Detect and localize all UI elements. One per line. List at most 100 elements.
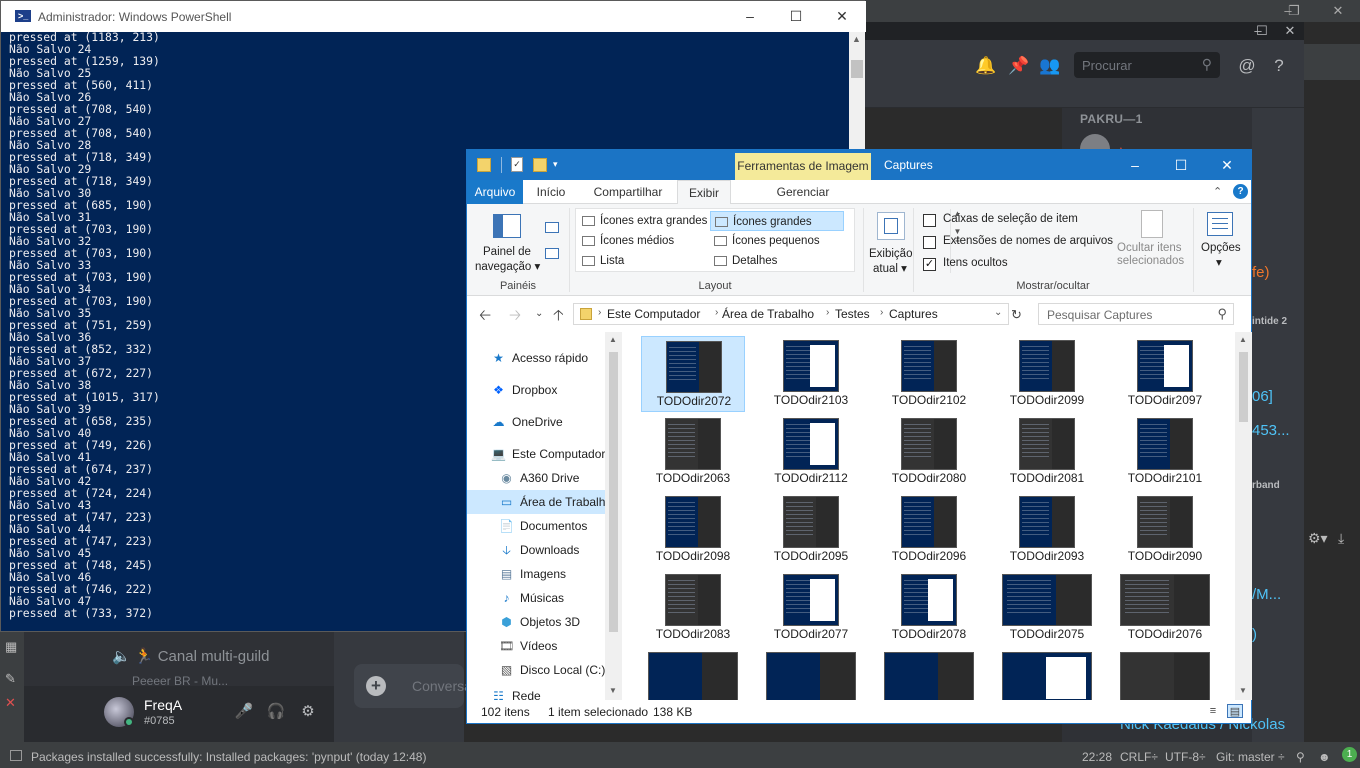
- file-item[interactable]: TODOdir2103: [759, 336, 863, 412]
- item-checkboxes-checkbox[interactable]: [923, 214, 936, 227]
- file-item[interactable]: [1113, 648, 1217, 700]
- discord-maximize-icon[interactable]: ☐: [1252, 22, 1272, 40]
- forward-arrow-icon[interactable]: 🡢: [509, 305, 521, 330]
- nav-quick-access[interactable]: ★ Acesso rápido: [491, 346, 605, 370]
- nav-local-disk[interactable]: ▧ Disco Local (C:): [499, 658, 606, 682]
- file-item[interactable]: TODOdir2072: [641, 336, 745, 412]
- attach-plus-icon[interactable]: +: [366, 676, 386, 696]
- scroll-down-icon[interactable]: ▼: [1239, 686, 1247, 695]
- chevron-down-icon[interactable]: ⌄: [994, 307, 1002, 318]
- new-folder-icon[interactable]: [533, 158, 547, 172]
- file-item[interactable]: [995, 648, 1099, 700]
- status-message[interactable]: Packages installed successfully: Install…: [31, 750, 426, 764]
- hide-selected-icon[interactable]: [1141, 210, 1163, 238]
- tab-manage[interactable]: Gerenciar: [763, 180, 843, 204]
- nav-this-pc[interactable]: 💻 Este Computador: [491, 442, 605, 466]
- minimize-button[interactable]: –: [1112, 154, 1158, 176]
- nav-desktop[interactable]: ▭ Área de Trabalho: [467, 490, 612, 514]
- customize-toolbar-icon[interactable]: ▾: [553, 159, 558, 170]
- file-item[interactable]: TODOdir2112: [759, 414, 863, 490]
- structure-icon[interactable]: ▦: [5, 640, 19, 654]
- nav-dropbox[interactable]: ❖ Dropbox: [491, 378, 605, 402]
- ide-close-icon[interactable]: ✕: [1328, 2, 1348, 20]
- back-arrow-icon[interactable]: 🡠: [479, 305, 491, 330]
- layout-large-icons[interactable]: Ícones grandes: [710, 211, 844, 231]
- ide-download-icon[interactable]: ⤓: [1338, 530, 1344, 547]
- members-icon[interactable]: 👥: [1039, 55, 1061, 77]
- layout-small-icons[interactable]: Ícones pequenos: [710, 231, 844, 251]
- message-compose-input[interactable]: + Conversa: [354, 664, 472, 708]
- status-panel-icon[interactable]: [10, 750, 22, 761]
- preview-pane-icon[interactable]: [545, 222, 559, 233]
- breadcrumb-item[interactable]: Este Computador: [607, 307, 700, 321]
- maximize-button[interactable]: ☐: [773, 5, 819, 27]
- scroll-up-icon[interactable]: ▲: [609, 335, 617, 344]
- file-item[interactable]: TODOdir2095: [759, 492, 863, 568]
- file-item[interactable]: TODOdir2099: [995, 336, 1099, 412]
- chevron-right-icon[interactable]: ›: [598, 307, 601, 318]
- bell-icon[interactable]: 🔔: [975, 55, 997, 77]
- headphones-icon[interactable]: 🎧: [266, 702, 286, 722]
- refresh-icon[interactable]: ↻: [1011, 307, 1022, 323]
- nav-pictures[interactable]: ▤ Imagens: [499, 562, 605, 586]
- address-bar[interactable]: › Este Computador › Área de Trabalho › T…: [573, 303, 1009, 325]
- nav-a360-drive[interactable]: ◉ A360 Drive: [499, 466, 605, 490]
- layout-medium-icons[interactable]: Ícones médios: [578, 231, 708, 251]
- discord-close-icon[interactable]: ✕: [1280, 22, 1300, 40]
- file-item[interactable]: TODOdir2102: [877, 336, 981, 412]
- layout-details[interactable]: Detalhes: [710, 251, 844, 271]
- file-item[interactable]: TODOdir2093: [995, 492, 1099, 568]
- properties-icon[interactable]: ✓: [511, 157, 523, 172]
- chevron-right-icon[interactable]: ›: [715, 307, 718, 318]
- extensions-checkbox[interactable]: [923, 236, 936, 249]
- file-item[interactable]: TODOdir2090: [1113, 492, 1217, 568]
- grid-scrollbar[interactable]: ▲ ▼: [1235, 332, 1252, 700]
- hide-selected-label-2[interactable]: selecionados: [1117, 255, 1184, 267]
- file-item[interactable]: TODOdir2080: [877, 414, 981, 490]
- options-icon[interactable]: [1207, 212, 1233, 236]
- file-encoding[interactable]: UTF-8÷: [1165, 750, 1206, 764]
- scroll-up-icon[interactable]: ▲: [852, 34, 861, 44]
- chevron-right-icon[interactable]: ›: [880, 307, 883, 318]
- voice-channel[interactable]: 🔈 🏃 Canal multi-guild: [112, 647, 269, 665]
- layout-extra-large-icons[interactable]: Ícones extra grandes: [578, 211, 708, 231]
- file-item[interactable]: TODOdir2063: [641, 414, 745, 490]
- notification-badge[interactable]: 1: [1342, 747, 1357, 762]
- file-item[interactable]: TODOdir2075: [995, 570, 1099, 646]
- file-item[interactable]: [877, 648, 981, 700]
- tab-home[interactable]: Início: [529, 180, 573, 204]
- nav-pane-label-2[interactable]: navegação ▾: [475, 259, 540, 273]
- scroll-down-icon[interactable]: ▼: [609, 686, 617, 695]
- file-item[interactable]: TODOdir2096: [877, 492, 981, 568]
- file-item[interactable]: TODOdir2083: [641, 570, 745, 646]
- help-icon[interactable]: ?: [1233, 184, 1248, 199]
- options-dropdown-icon[interactable]: ▾: [1216, 255, 1222, 269]
- nav-onedrive[interactable]: ☁ OneDrive: [491, 410, 605, 434]
- picture-tools-tab[interactable]: Ferramentas de Imagem: [735, 153, 871, 180]
- close-button[interactable]: ✕: [1204, 154, 1250, 176]
- large-icons-view-icon[interactable]: ▤: [1227, 704, 1243, 718]
- cursor-position[interactable]: 22:28: [1082, 750, 1112, 764]
- file-item[interactable]: TODOdir2078: [877, 570, 981, 646]
- options-label[interactable]: Opções: [1201, 242, 1241, 254]
- current-view-icon[interactable]: [877, 212, 905, 240]
- nav-videos[interactable]: 🎞 Vídeos: [499, 634, 605, 658]
- file-item[interactable]: TODOdir2097: [1113, 336, 1217, 412]
- chevron-right-icon[interactable]: ›: [826, 307, 829, 318]
- scroll-thumb[interactable]: [1239, 352, 1248, 422]
- scroll-thumb[interactable]: [609, 352, 618, 632]
- git-branch[interactable]: Git: master ÷: [1216, 750, 1285, 764]
- mention-icon[interactable]: @: [1236, 55, 1258, 77]
- maximize-button[interactable]: ☐: [1158, 154, 1204, 176]
- nav-3d-objects[interactable]: ⬢ Objetos 3D: [499, 610, 605, 634]
- discord-search-input[interactable]: Procurar ⚲: [1074, 52, 1220, 78]
- ide-gear-icon[interactable]: ⚙▾: [1308, 530, 1328, 547]
- nav-music[interactable]: ♪ Músicas: [499, 586, 605, 610]
- collapse-ribbon-icon[interactable]: ⌃: [1213, 185, 1222, 198]
- details-view-icon[interactable]: ≡: [1205, 704, 1221, 718]
- file-item[interactable]: [759, 648, 863, 700]
- nav-scrollbar[interactable]: ▲ ▼: [605, 332, 622, 700]
- nav-documents[interactable]: 📄 Documentos: [499, 514, 605, 538]
- tab-view[interactable]: Exibir: [677, 180, 731, 205]
- breadcrumb-item[interactable]: Área de Trabalho: [722, 307, 814, 321]
